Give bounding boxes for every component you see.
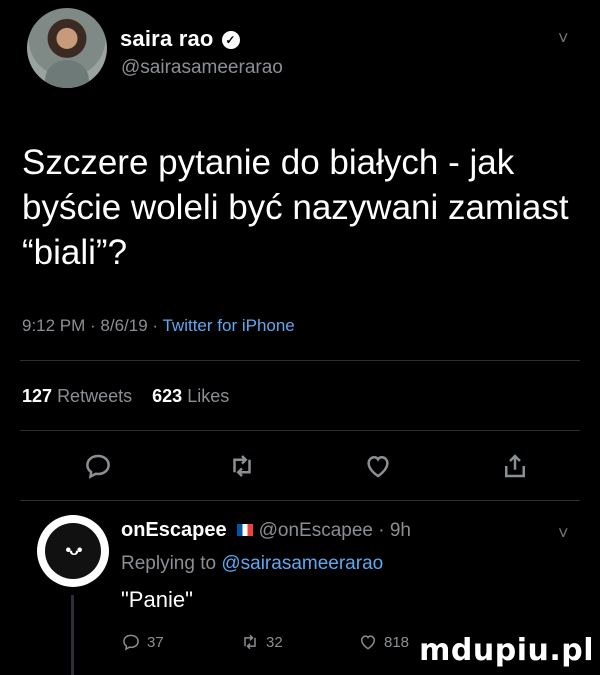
heart-icon [360,635,376,650]
like-button[interactable] [358,446,398,486]
retweets-count[interactable]: 127 [22,386,52,406]
tweet-timestamp: 9:12 PM · 8/6/19 · Twitter for iPhone [22,316,295,336]
divider [20,500,580,501]
reply-more-chevron-icon[interactable]: ˅ [558,523,569,544]
reply-author-avatar[interactable]: •ᴗ• [37,515,109,587]
reply-likes-count: 818 [384,633,410,651]
retweets-label[interactable]: Retweets [57,386,132,406]
reply-replies-count: 37 [147,633,164,651]
replying-to-link[interactable]: @sairasameerarao [221,553,383,574]
divider [20,360,580,361]
tweet-time: 9:12 PM · 8/6/19 · [22,316,163,335]
reply-icon [86,454,110,479]
thread-line [71,595,74,675]
author-name[interactable]: saira rao ✓ [120,26,240,52]
author-avatar[interactable] [27,8,107,88]
likes-count[interactable]: 623 [152,386,182,406]
reply-author-handle[interactable]: @onEscapee · 9h [259,520,411,541]
avatar-face-icon: •ᴗ• [45,523,101,579]
reply-retweets-count: 32 [266,633,283,651]
retweet-button[interactable] [222,446,262,486]
retweet-icon [233,455,251,477]
share-button[interactable] [495,446,535,486]
reply-text: "Panie" [121,587,193,612]
watermark: mdupiu.pl [419,633,594,668]
tweet-source-link[interactable]: Twitter for iPhone [162,316,294,335]
reply-like-button[interactable]: 818 [358,632,409,652]
replying-to: Replying to @sairasameerarao [121,553,383,575]
replying-to-prefix: Replying to [121,553,222,574]
author-name-text[interactable]: saira rao [120,26,214,51]
heart-icon [367,455,389,478]
retweet-icon [244,634,256,650]
verified-badge-icon: ✓ [221,31,240,49]
author-handle[interactable]: @sairasameerarao [121,57,283,79]
more-options-chevron-icon[interactable]: ˅ [558,28,569,49]
reply-retweet-button[interactable]: 32 [240,632,283,652]
france-flag-icon [236,524,253,536]
reply-icon [123,634,139,651]
reply-author[interactable]: onEscapee @onEscapee · 9h [121,519,411,542]
tweet-text: Szczere pytanie do białych - jak byście … [22,143,569,272]
likes-label[interactable]: Likes [187,386,229,406]
divider [20,430,580,431]
reply-button[interactable] [78,446,118,486]
reply-author-name[interactable]: onEscapee [121,519,227,541]
share-icon [505,454,525,478]
tweet-stats: 127 Retweets 623 Likes [22,386,229,407]
reply-reply-button[interactable]: 37 [121,632,164,652]
